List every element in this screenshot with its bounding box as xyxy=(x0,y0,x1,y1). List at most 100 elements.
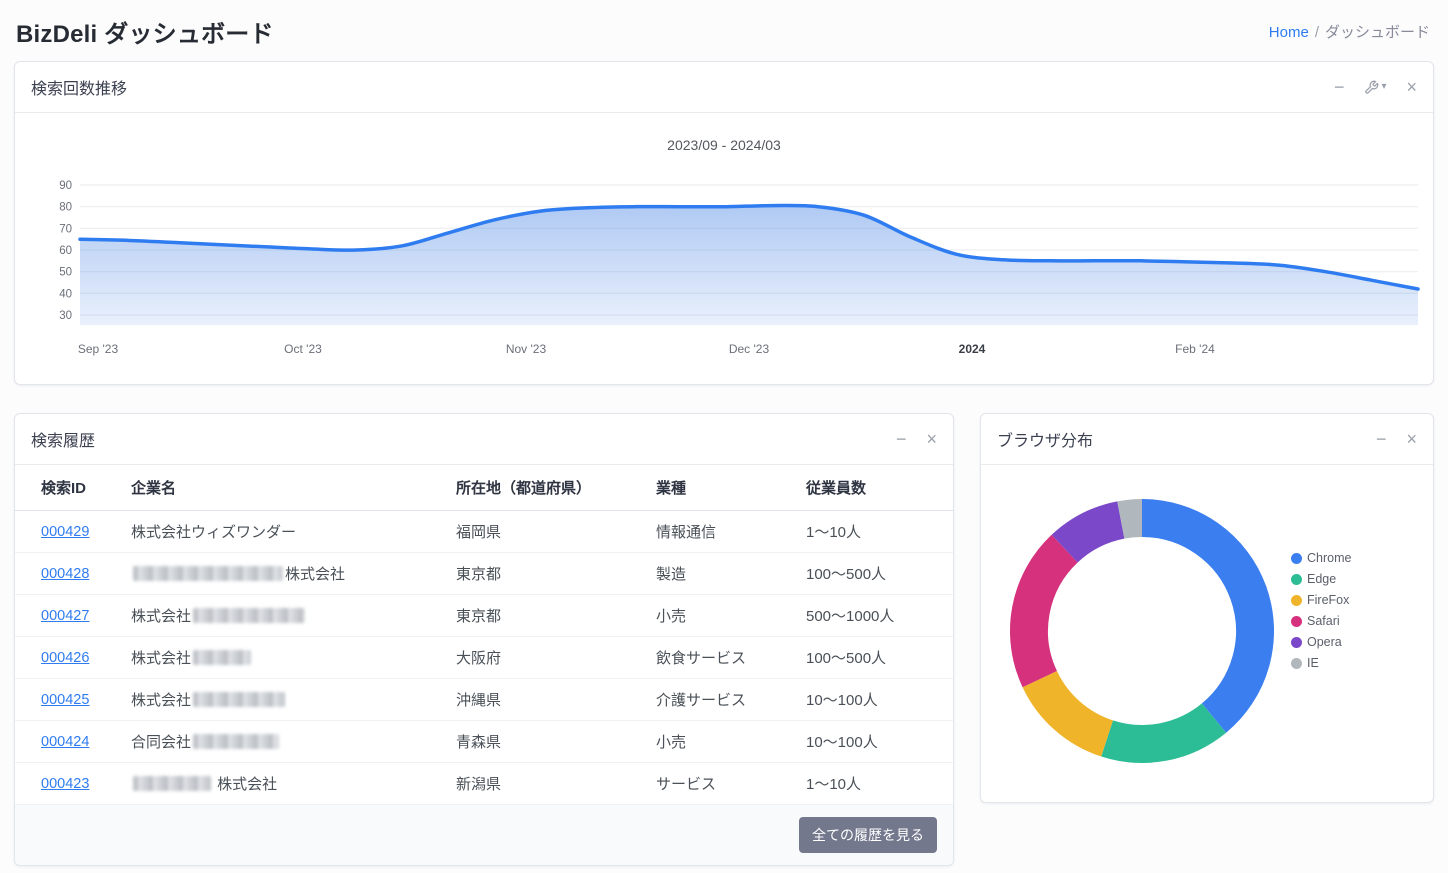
search-id-link[interactable]: 000425 xyxy=(41,692,89,708)
location-cell: 福岡県 xyxy=(444,510,644,553)
company-name-cell: 株式会社 xyxy=(119,594,444,637)
minimize-icon[interactable]: − xyxy=(1376,430,1387,448)
browser-chart-area: Chrome Edge FireFox Safari Opera IE xyxy=(981,465,1433,802)
blurred-text xyxy=(193,650,252,665)
svg-text:Feb '24: Feb '24 xyxy=(1175,342,1215,356)
history-footer: 全ての履歴を見る xyxy=(15,805,953,865)
search-history-panel: 検索履歴 − × 検索ID 企業名 所在地（都道府県） 業種 従業員数 0004… xyxy=(14,413,954,866)
page-title: BizDeli ダッシュボード xyxy=(16,21,274,48)
browser-distribution-panel: ブラウザ分布 − × Chrome Edge FireFox Safari Opera I… xyxy=(980,413,1434,803)
donut-segment-edge xyxy=(1101,703,1227,763)
close-icon[interactable]: × xyxy=(1406,78,1417,96)
chevron-down-icon: ▾ xyxy=(1381,81,1387,92)
table-row: 000428 株式会社 東京都 製造 100〜500人 xyxy=(15,552,953,595)
browser-donut-chart xyxy=(997,491,1287,776)
search-trend-chart-area: 2023/09 - 2024/03 30 40 50 60 70 80 90 Sep '23 O… xyxy=(15,113,1433,384)
view-all-history-button[interactable]: 全ての履歴を見る xyxy=(799,817,937,853)
svg-text:Sep '23: Sep '23 xyxy=(78,342,119,356)
industry-cell: 製造 xyxy=(644,552,794,595)
search-id-link[interactable]: 000428 xyxy=(41,566,89,582)
breadcrumb-separator: / xyxy=(1314,24,1319,41)
company-name-cell: 株式会社 xyxy=(119,552,444,595)
svg-text:Oct '23: Oct '23 xyxy=(284,342,322,356)
chart-title: 2023/09 - 2024/03 xyxy=(667,137,781,153)
legend-label: Opera xyxy=(1307,635,1342,649)
legend-label: Edge xyxy=(1307,572,1337,586)
close-icon[interactable]: × xyxy=(926,430,937,448)
industry-cell: 介護サービス xyxy=(644,678,794,721)
breadcrumb: Home / ダッシュボード xyxy=(1269,21,1430,42)
search-id-link[interactable]: 000423 xyxy=(41,776,89,792)
breadcrumb-current: ダッシュボード xyxy=(1324,24,1430,41)
legend-label: Chrome xyxy=(1307,551,1352,565)
legend-dot xyxy=(1291,594,1302,606)
company-name-cell: 株式会社 xyxy=(119,762,444,805)
legend-dot xyxy=(1291,657,1302,669)
location-cell: 東京都 xyxy=(444,552,644,595)
search-trend-panel: 検索回数推移 − ▾ × 2023/09 - 2024/03 30 40 50 60 7… xyxy=(14,61,1434,385)
location-cell: 沖縄県 xyxy=(444,678,644,721)
svg-text:60: 60 xyxy=(59,245,72,257)
location-cell: 東京都 xyxy=(444,594,644,637)
legend-item-safari[interactable]: Safari xyxy=(1291,614,1351,628)
table-row: 000423 株式会社 新潟県 サービス 1〜10人 xyxy=(15,762,953,805)
blurred-text xyxy=(193,692,286,707)
search-history-title: 検索履歴 xyxy=(31,433,96,450)
location-cell: 青森県 xyxy=(444,720,644,763)
company-name-cell: 合同会社 xyxy=(119,720,444,763)
search-trend-panel-header: 検索回数推移 − ▾ × xyxy=(15,62,1433,113)
location-cell: 新潟県 xyxy=(444,762,644,805)
employees-cell: 1〜10人 xyxy=(794,510,953,553)
donut-segment-firefox xyxy=(1022,670,1114,757)
legend-item-opera[interactable]: Opera xyxy=(1291,635,1351,649)
svg-text:50: 50 xyxy=(59,267,72,279)
employees-cell: 10〜100人 xyxy=(794,720,953,763)
employees-cell: 100〜500人 xyxy=(794,636,953,679)
legend-item-edge[interactable]: Edge xyxy=(1291,572,1351,586)
blurred-text xyxy=(193,734,280,749)
table-header-row: 検索ID 企業名 所在地（都道府県） 業種 従業員数 xyxy=(15,465,953,511)
minimize-icon[interactable]: − xyxy=(1334,78,1345,96)
table-row: 000429 株式会社ウィズワンダー 福岡県 情報通信 1〜10人 xyxy=(15,510,953,553)
company-name-cell: 株式会社ウィズワンダー xyxy=(119,510,444,553)
employees-cell: 500〜1000人 xyxy=(794,594,953,637)
close-icon[interactable]: × xyxy=(1406,430,1417,448)
search-id-link[interactable]: 000429 xyxy=(41,524,89,540)
employees-cell: 100〜500人 xyxy=(794,552,953,595)
breadcrumb-home-link[interactable]: Home xyxy=(1269,24,1309,41)
svg-text:90: 90 xyxy=(59,180,72,192)
column-header-location: 所在地（都道府県） xyxy=(444,465,644,511)
industry-cell: 小売 xyxy=(644,594,794,637)
legend-label: FireFox xyxy=(1307,593,1350,607)
legend-label: IE xyxy=(1307,656,1319,670)
industry-cell: 情報通信 xyxy=(644,510,794,553)
legend-item-firefox[interactable]: FireFox xyxy=(1291,593,1351,607)
search-history-table: 検索ID 企業名 所在地（都道府県） 業種 従業員数 000429 株式会社ウィ… xyxy=(15,465,953,805)
chart-tools-button[interactable]: ▾ xyxy=(1364,80,1386,95)
company-name-cell: 株式会社 xyxy=(119,678,444,721)
browser-distribution-title: ブラウザ分布 xyxy=(997,433,1094,450)
svg-text:40: 40 xyxy=(59,288,72,300)
search-id-link[interactable]: 000426 xyxy=(41,650,89,666)
legend-item-ie[interactable]: IE xyxy=(1291,656,1351,670)
column-header-search-id: 検索ID xyxy=(15,465,119,511)
search-id-link[interactable]: 000424 xyxy=(41,734,89,750)
donut-segment-opera xyxy=(1051,501,1125,563)
blurred-text xyxy=(133,566,283,581)
employees-cell: 1〜10人 xyxy=(794,762,953,805)
blurred-text xyxy=(193,608,306,623)
svg-text:30: 30 xyxy=(59,310,72,322)
search-id-link[interactable]: 000427 xyxy=(41,608,89,624)
search-history-panel-header: 検索履歴 − × xyxy=(15,414,953,465)
company-name-cell: 株式会社 xyxy=(119,636,444,679)
donut-legend: Chrome Edge FireFox Safari Opera IE xyxy=(1287,544,1359,677)
table-row: 000425 株式会社 沖縄県 介護サービス 10〜100人 xyxy=(15,678,953,721)
industry-cell: 小売 xyxy=(644,720,794,763)
legend-label: Safari xyxy=(1307,614,1340,628)
table-row: 000427 株式会社 東京都 小売 500〜1000人 xyxy=(15,594,953,637)
svg-text:Dec '23: Dec '23 xyxy=(729,342,770,356)
legend-item-chrome[interactable]: Chrome xyxy=(1291,551,1351,565)
table-row: 000426 株式会社 大阪府 飲食サービス 100〜500人 xyxy=(15,636,953,679)
location-cell: 大阪府 xyxy=(444,636,644,679)
minimize-icon[interactable]: − xyxy=(896,430,907,448)
